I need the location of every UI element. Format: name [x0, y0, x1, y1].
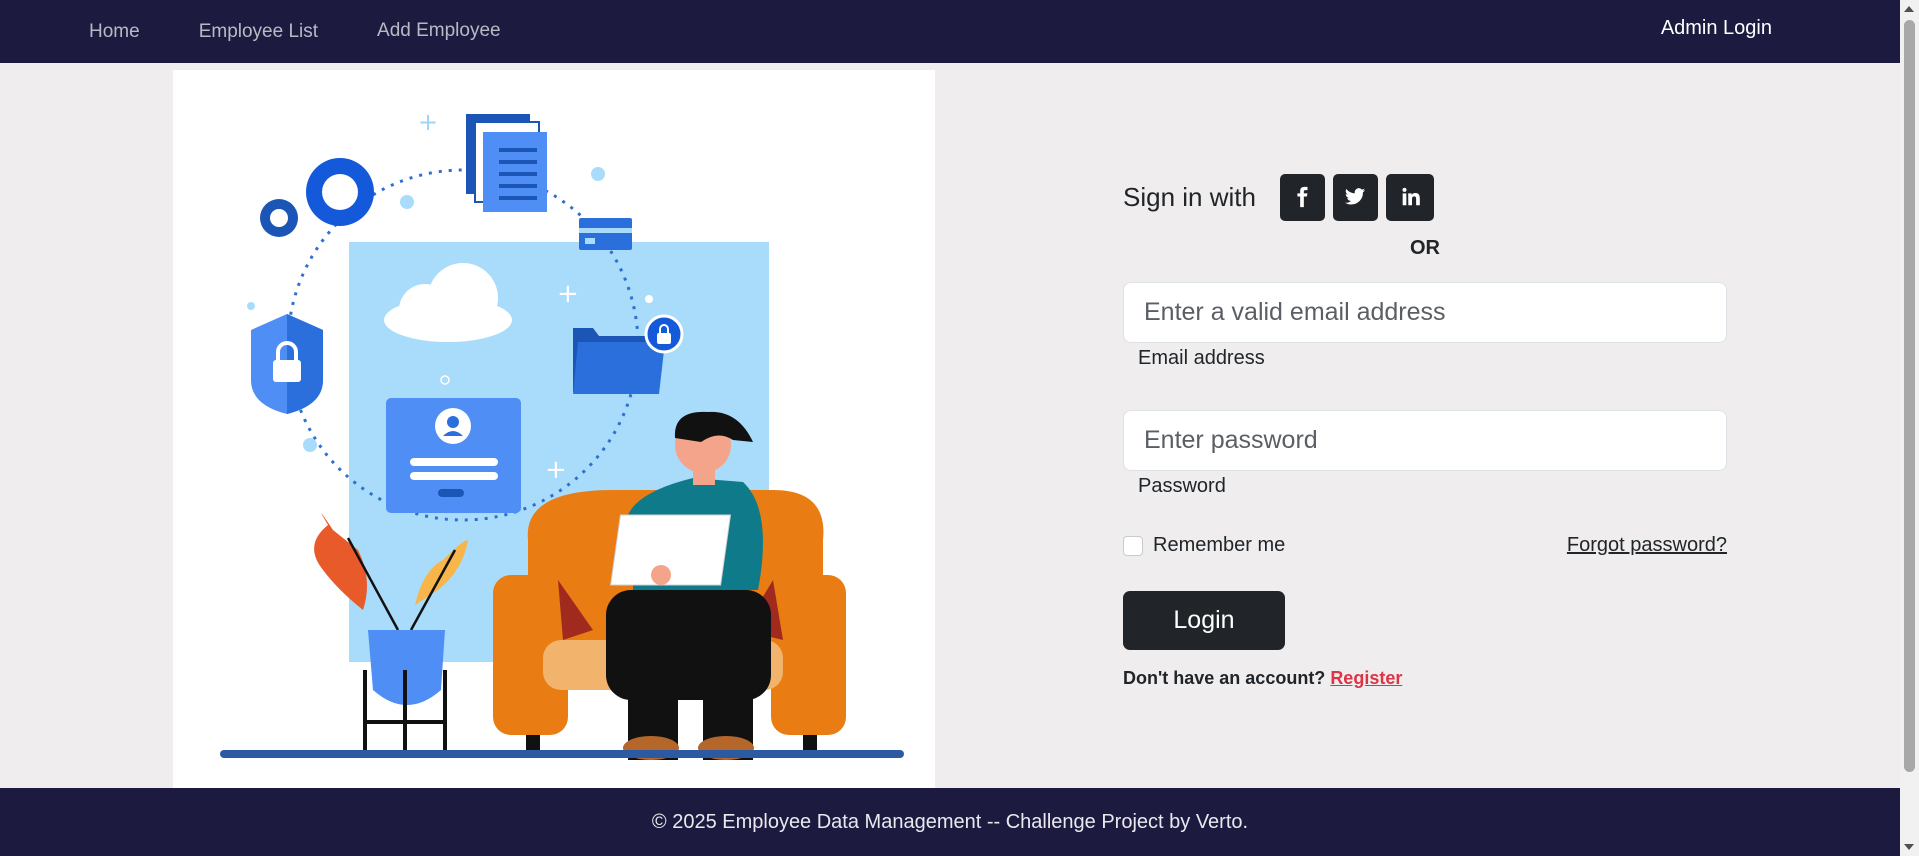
- illustration-image: + + +: [220, 108, 904, 760]
- register-link[interactable]: Register: [1330, 668, 1402, 688]
- email-label: Email address: [1138, 347, 1265, 369]
- login-card-icon: [386, 398, 521, 513]
- remember-me-label: Remember me: [1153, 534, 1286, 556]
- password-field-group: Password: [1123, 410, 1727, 498]
- gear-icon: [260, 158, 374, 237]
- twitter-button[interactable]: [1332, 173, 1378, 221]
- facebook-button[interactable]: [1279, 173, 1325, 221]
- svg-text:+: +: [557, 279, 579, 309]
- credit-card-icon: [579, 218, 632, 250]
- footer-text: © 2025 Employee Data Management -- Chall…: [651, 810, 1249, 833]
- login-button[interactable]: Login: [1123, 591, 1285, 650]
- vertical-scrollbar[interactable]: [1900, 0, 1919, 856]
- svg-text:+: +: [418, 108, 438, 136]
- password-label: Password: [1138, 475, 1226, 497]
- svg-text:+: +: [545, 455, 567, 485]
- email-input[interactable]: [1123, 282, 1727, 343]
- login-options-row: Remember me Forgot password?: [1123, 534, 1727, 557]
- documents-icon: [466, 114, 547, 212]
- linkedin-icon: [1402, 187, 1420, 206]
- social-signin-label: Sign in with: [1123, 181, 1256, 212]
- top-navbar: Home Employee List Add Employee Admin Lo…: [0, 0, 1900, 63]
- remember-me-checkbox[interactable]: [1123, 535, 1143, 556]
- login-illustration: + + +: [173, 70, 935, 788]
- nav-link-add-employee[interactable]: Add Employee: [377, 20, 501, 42]
- no-account-text: Don't have an account?: [1123, 668, 1331, 688]
- admin-login-link[interactable]: Admin Login: [1661, 17, 1772, 40]
- login-form: Sign in with OR Email address Password R…: [1123, 173, 1727, 689]
- email-field-group: Email address: [1123, 282, 1727, 370]
- remember-me-group: Remember me: [1123, 534, 1285, 557]
- scrollbar-thumb[interactable]: [1904, 20, 1915, 772]
- page-footer: © 2025 Employee Data Management -- Chall…: [0, 788, 1900, 856]
- nav-link-home[interactable]: Home: [89, 21, 140, 43]
- forgot-password-link[interactable]: Forgot password?: [1567, 534, 1727, 557]
- nav-link-employee-list[interactable]: Employee List: [199, 21, 318, 43]
- social-signin-row: Sign in with: [1123, 173, 1727, 221]
- linkedin-button[interactable]: [1385, 173, 1434, 221]
- or-divider: OR: [1410, 237, 1440, 259]
- nav-links: Home Employee List Add Employee: [89, 20, 560, 43]
- scroll-down-arrow-icon[interactable]: [1904, 844, 1914, 850]
- facebook-icon: [1297, 186, 1308, 208]
- password-input[interactable]: [1123, 410, 1727, 471]
- twitter-icon: [1345, 188, 1366, 205]
- shield-lock-icon: [251, 314, 323, 414]
- register-row: Don't have an account? Register: [1123, 668, 1727, 689]
- scroll-up-arrow-icon[interactable]: [1904, 6, 1914, 12]
